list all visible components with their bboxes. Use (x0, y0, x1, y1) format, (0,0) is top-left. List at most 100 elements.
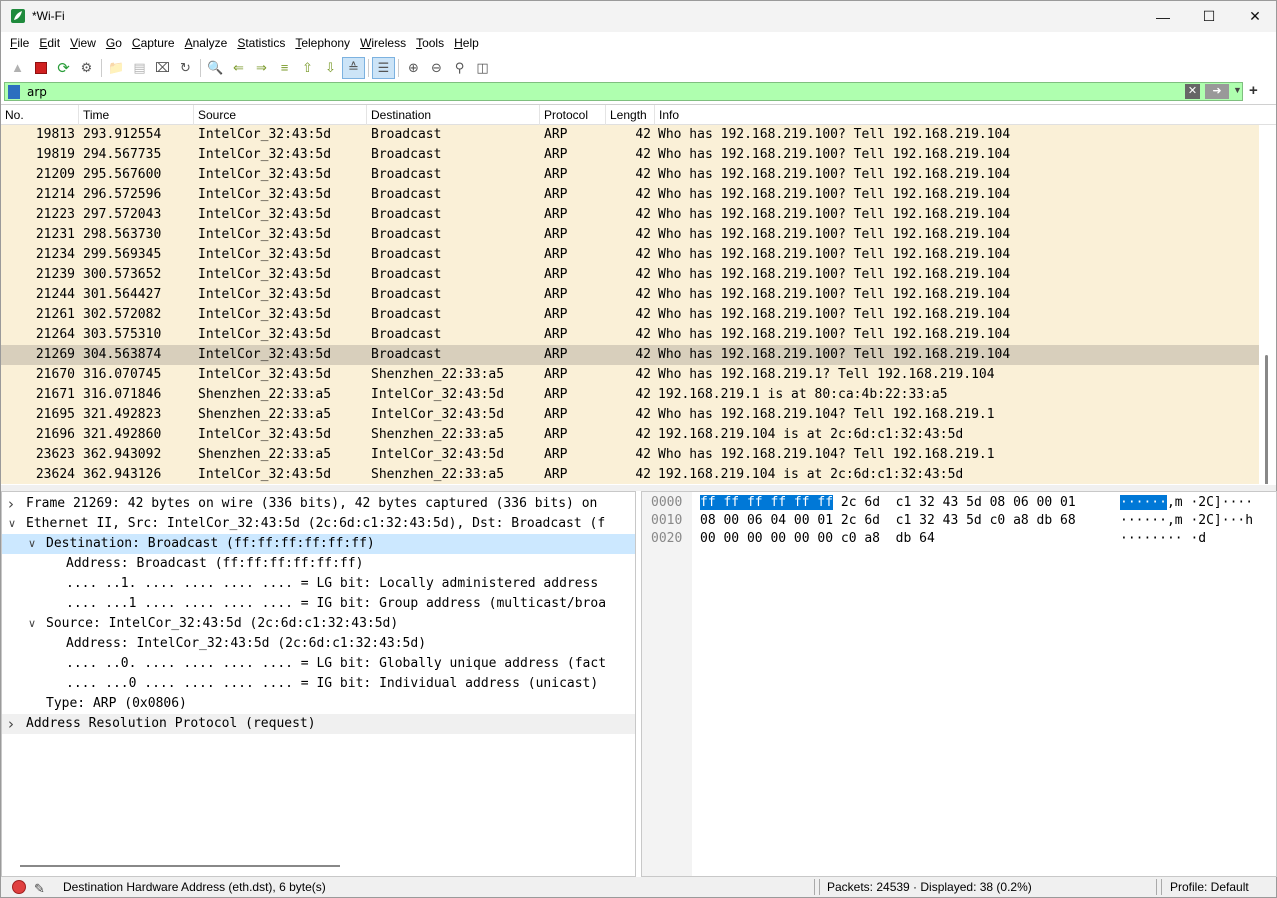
packet-row[interactable]: 23623 362.943092 Shenzhen_22:33:a5 IntelCor… (1, 445, 1259, 465)
capture-options-icon[interactable]: ⚙ (75, 57, 98, 79)
packet-row[interactable]: 21209 295.567600 IntelCor_32:43:5d Broadcas… (1, 165, 1259, 185)
menu-telephony[interactable]: Telephony (290, 32, 355, 54)
minimize-button[interactable]: — (1140, 1, 1186, 32)
hex-row[interactable]: 0020 00 00 00 00 00 00 c0 a8 db 64 ·······… (642, 530, 1276, 548)
collapse-arrow-icon[interactable]: ∨ (8, 514, 16, 534)
packet-bytes-pane[interactable]: 0000 ff ff ff ff ff ff 2c 6d c1 32 43 5d … (641, 491, 1277, 877)
column-header-no[interactable]: No. (1, 105, 79, 125)
packet-row[interactable]: 21234 299.569345 IntelCor_32:43:5d Broadcas… (1, 245, 1259, 265)
packet-cell-protocol: ARP (544, 307, 568, 322)
detail-text: .... ...1 .... .... .... .... = IG bit: … (66, 596, 607, 611)
status-profile[interactable]: Profile: Default (1170, 877, 1249, 897)
last-packet-icon[interactable]: ⇩ (319, 57, 342, 79)
packet-row[interactable]: 19819 294.567735 IntelCor_32:43:5d Broadcas… (1, 145, 1259, 165)
packet-cell-source: IntelCor_32:43:5d (198, 127, 332, 142)
menu-edit[interactable]: Edit (34, 32, 65, 54)
apply-filter-icon[interactable]: ➜ (1205, 84, 1229, 99)
details-horizontal-scrollbar[interactable] (20, 865, 340, 867)
packet-details-pane[interactable]: › Frame 21269: 42 bytes on wire (336 bits… (1, 491, 636, 877)
column-header-source[interactable]: Source (194, 105, 367, 125)
edit-comment-icon[interactable]: ✎ (34, 879, 45, 898)
display-filter-input[interactable]: arp ✕ ➜ ▼ (4, 82, 1243, 101)
packet-row[interactable]: 23624 362.943126 IntelCor_32:43:5d Shenzhen… (1, 465, 1259, 484)
packet-list[interactable]: No. Time Source Destination Protocol Len… (1, 104, 1276, 484)
packet-list-scrollbar[interactable] (1265, 355, 1268, 484)
stop-capture-icon[interactable] (29, 57, 52, 79)
column-header-protocol[interactable]: Protocol (540, 105, 606, 125)
expand-arrow-icon[interactable]: › (8, 494, 14, 514)
reload-icon[interactable]: ↻ (174, 57, 197, 79)
column-header-time[interactable]: Time (79, 105, 194, 125)
detail-tree-item[interactable]: ∨ Ethernet II, Src: IntelCor_32:43:5d (2c… (2, 514, 635, 534)
detail-tree-item[interactable]: Address: Broadcast (ff:ff:ff:ff:ff:ff) (2, 554, 635, 574)
detail-tree-item[interactable]: .... ..0. .... .... .... .... = LG bit: … (2, 654, 635, 674)
menu-statistics[interactable]: Statistics (232, 32, 290, 54)
packet-row[interactable]: 21695 321.492823 Shenzhen_22:33:a5 IntelCor… (1, 405, 1259, 425)
close-button[interactable]: ✕ (1232, 1, 1277, 32)
menu-file[interactable]: File (5, 32, 34, 54)
go-to-packet-icon[interactable]: ≡ (273, 57, 296, 79)
packet-row[interactable]: 21264 303.575310 IntelCor_32:43:5d Broadcas… (1, 325, 1259, 345)
resize-columns-icon[interactable]: ◫ (471, 57, 494, 79)
menu-go[interactable]: Go (101, 32, 127, 54)
menu-help[interactable]: Help (449, 32, 484, 54)
go-forward-icon[interactable]: ⇒ (250, 57, 273, 79)
packet-row[interactable]: 21696 321.492860 IntelCor_32:43:5d Shenzhen… (1, 425, 1259, 445)
find-icon[interactable]: 🔍 (204, 57, 227, 79)
menu-tools[interactable]: Tools (411, 32, 449, 54)
column-header-destination[interactable]: Destination (367, 105, 540, 125)
normal-size-icon[interactable]: ⚲ (448, 57, 471, 79)
packet-cell-no: 23623 (35, 447, 75, 462)
go-back-icon[interactable]: ⇐ (227, 57, 250, 79)
zoom-in-icon[interactable]: ⊕ (402, 57, 425, 79)
detail-tree-item[interactable]: Type: ARP (0x0806) (2, 694, 635, 714)
packet-row[interactable]: 19813 293.912554 IntelCor_32:43:5d Broadcas… (1, 125, 1259, 145)
detail-tree-item[interactable]: › Address Resolution Protocol (request) (2, 714, 635, 734)
detail-tree-item[interactable]: .... ...1 .... .... .... .... = IG bit: … (2, 594, 635, 614)
packet-row[interactable]: 21244 301.564427 IntelCor_32:43:5d Broadcas… (1, 285, 1259, 305)
hex-row[interactable]: 0000 ff ff ff ff ff ff 2c 6d c1 32 43 5d … (642, 494, 1276, 512)
bookmark-icon[interactable] (8, 85, 20, 99)
open-file-icon[interactable]: 📁 (105, 57, 128, 79)
packet-row[interactable]: 21231 298.563730 IntelCor_32:43:5d Broadcas… (1, 225, 1259, 245)
detail-tree-item[interactable]: ∨ Source: IntelCor_32:43:5d (2c:6d:c1:32:… (2, 614, 635, 634)
clear-filter-icon[interactable]: ✕ (1185, 84, 1200, 99)
restart-capture-icon[interactable]: ⟳ (52, 57, 75, 79)
column-header-length[interactable]: Length (606, 105, 655, 125)
collapse-arrow-icon[interactable]: ∨ (28, 534, 36, 554)
autoscroll-icon[interactable]: ≙ (342, 56, 365, 79)
filter-dropdown-icon[interactable]: ▼ (1233, 85, 1242, 95)
packet-cell-info: 192.168.219.1 is at 80:ca:4b:22:33:a5 (658, 387, 948, 402)
menu-view[interactable]: View (65, 32, 101, 54)
packet-cell-source: Shenzhen_22:33:a5 (198, 447, 332, 462)
hex-row[interactable]: 0010 08 00 06 04 00 01 2c 6d c1 32 43 5d … (642, 512, 1276, 530)
detail-tree-item[interactable]: › Frame 21269: 42 bytes on wire (336 bits… (2, 494, 635, 514)
menu-analyze[interactable]: Analyze (180, 32, 233, 54)
zoom-out-icon[interactable]: ⊖ (425, 57, 448, 79)
detail-tree-item[interactable]: Address: IntelCor_32:43:5d (2c:6d:c1:32:… (2, 634, 635, 654)
colorize-icon[interactable]: ☰ (372, 56, 395, 79)
packet-row[interactable]: 21223 297.572043 IntelCor_32:43:5d Broadcas… (1, 205, 1259, 225)
packet-row[interactable]: 21261 302.572082 IntelCor_32:43:5d Broadcas… (1, 305, 1259, 325)
detail-tree-item[interactable]: .... ...0 .... .... .... .... = IG bit: … (2, 674, 635, 694)
expand-arrow-icon[interactable]: › (8, 714, 14, 734)
menu-wireless[interactable]: Wireless (355, 32, 411, 54)
column-header-info[interactable]: Info (655, 105, 1258, 125)
shark-fin-start-icon[interactable]: ▲ (6, 57, 29, 79)
maximize-button[interactable]: ☐ (1186, 1, 1232, 32)
add-filter-button-icon[interactable]: + (1249, 82, 1258, 99)
packet-row[interactable]: 21671 316.071846 Shenzhen_22:33:a5 IntelCor… (1, 385, 1259, 405)
close-file-icon[interactable]: ⌧ (151, 57, 174, 79)
packet-row[interactable]: 21214 296.572596 IntelCor_32:43:5d Broadcas… (1, 185, 1259, 205)
expert-info-icon[interactable] (12, 880, 26, 894)
packet-row[interactable]: 21269 304.563874 IntelCor_32:43:5d Broadcas… (1, 345, 1259, 365)
packet-cell-destination: IntelCor_32:43:5d (371, 407, 505, 422)
menu-capture[interactable]: Capture (127, 32, 180, 54)
save-file-icon[interactable]: ▤ (128, 57, 151, 79)
detail-tree-item[interactable]: ∨ Destination: Broadcast (ff:ff:ff:ff:ff:… (2, 534, 635, 554)
first-packet-icon[interactable]: ⇧ (296, 57, 319, 79)
detail-tree-item[interactable]: .... ..1. .... .... .... .... = LG bit: … (2, 574, 635, 594)
collapse-arrow-icon[interactable]: ∨ (28, 614, 36, 634)
packet-row[interactable]: 21670 316.070745 IntelCor_32:43:5d Shenzhen… (1, 365, 1259, 385)
packet-row[interactable]: 21239 300.573652 IntelCor_32:43:5d Broadcas… (1, 265, 1259, 285)
